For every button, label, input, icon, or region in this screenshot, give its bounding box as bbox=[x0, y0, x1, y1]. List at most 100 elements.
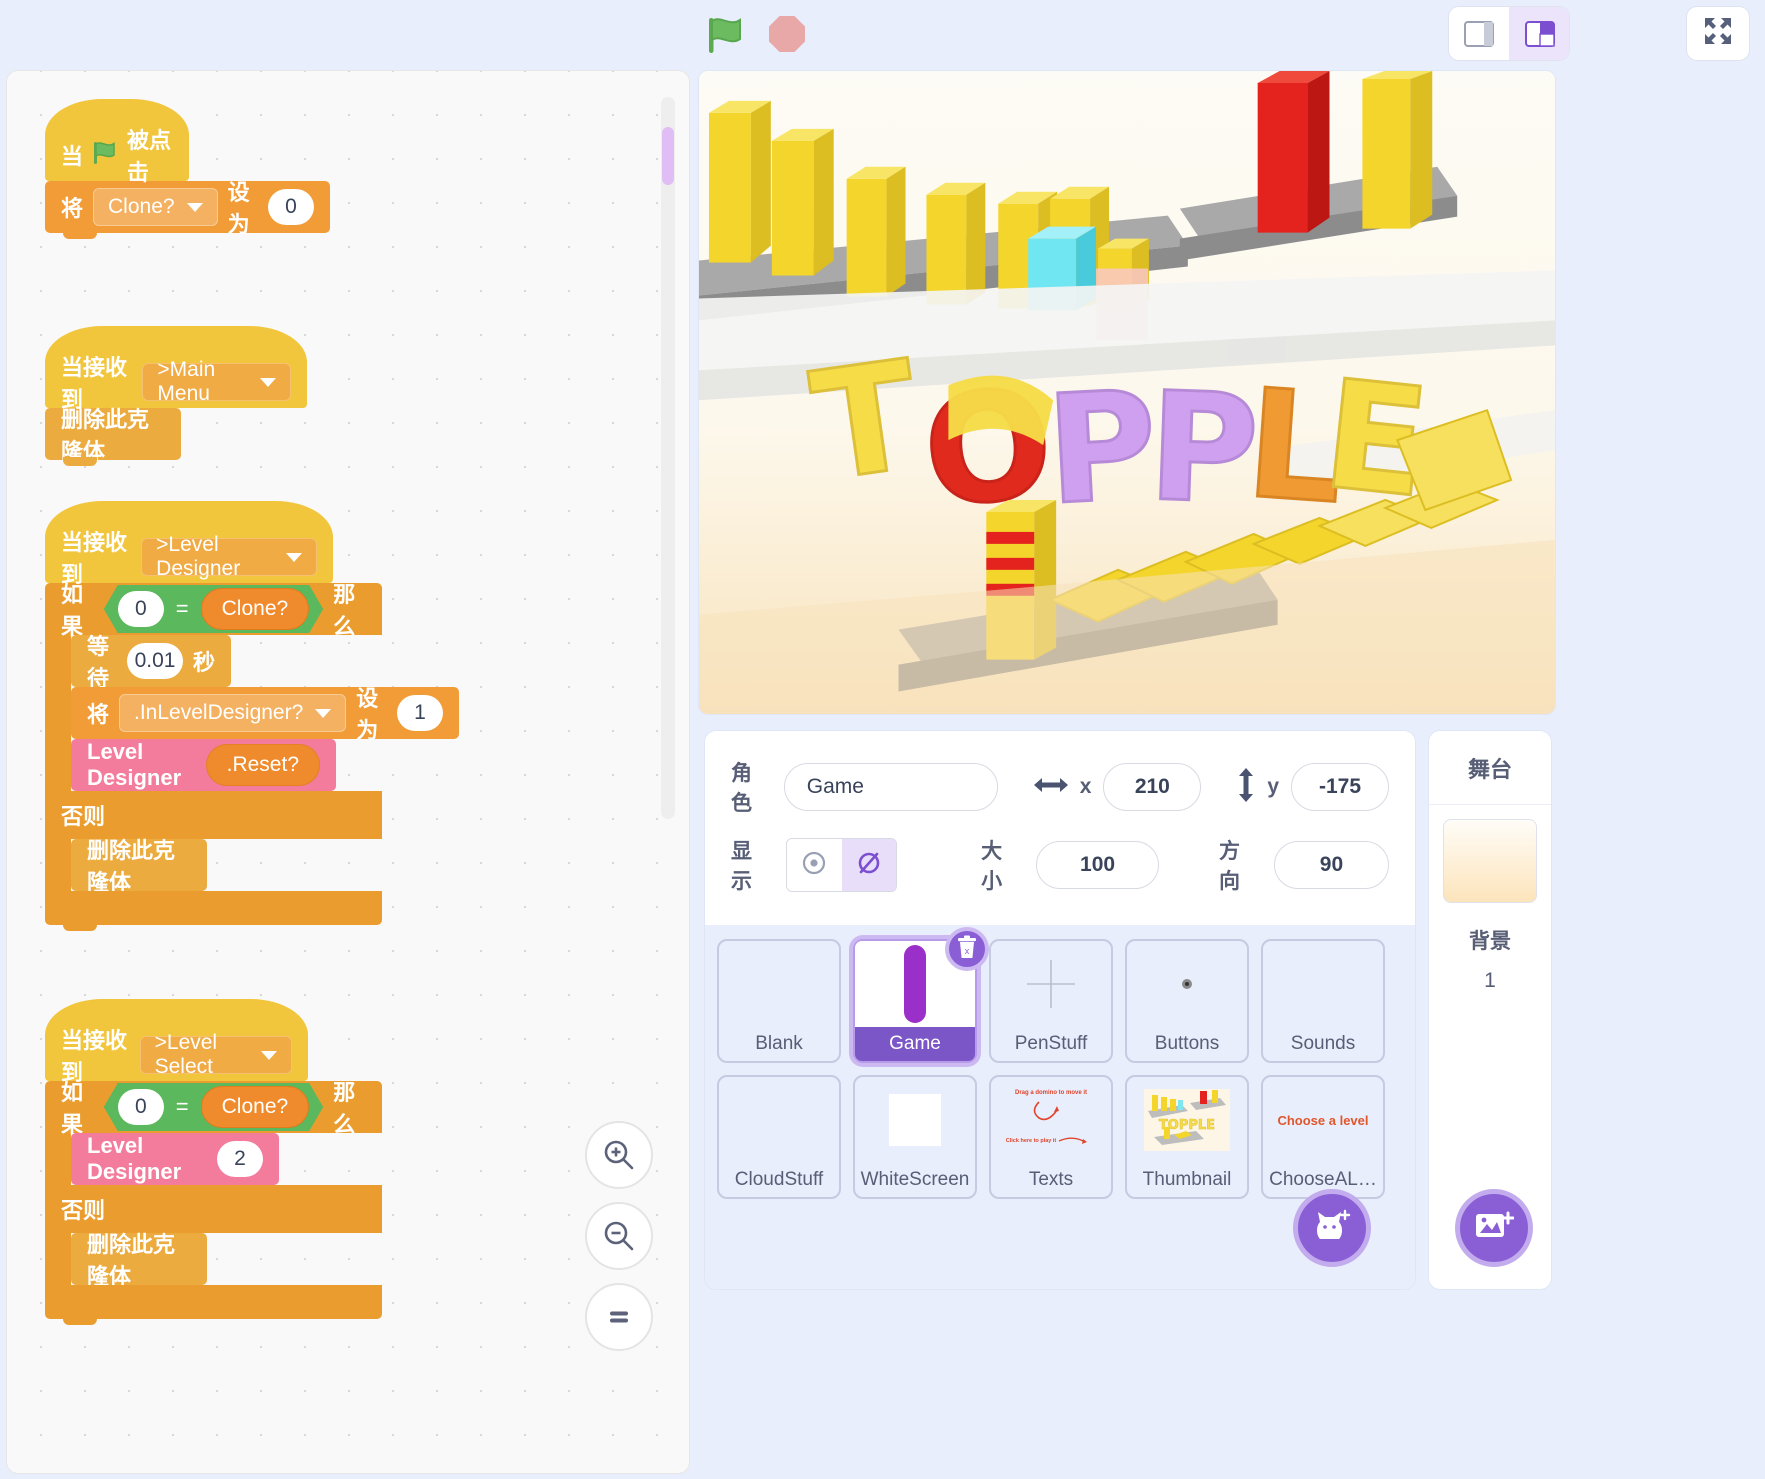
block-if-else[interactable]: 如果 0 = Clone? 那么 等待 0.01 秒 将 .InLevelDes… bbox=[45, 582, 459, 931]
block-set-variable[interactable]: 将 Clone? 设为 0 bbox=[45, 180, 330, 239]
sprite-name-input[interactable]: Game bbox=[783, 763, 998, 811]
workspace-vertical-scrollbar[interactable] bbox=[661, 97, 675, 819]
large-stage-layout-button[interactable] bbox=[1509, 7, 1569, 60]
c-block-bottom bbox=[45, 1285, 382, 1325]
trash-icon: x bbox=[956, 935, 978, 964]
sprite-card-buttons[interactable]: Buttons bbox=[1125, 939, 1249, 1063]
stop-sign-icon[interactable] bbox=[768, 15, 806, 53]
hat-block-when-broadcast-received[interactable]: 当接收到 >Level Designer bbox=[45, 501, 333, 587]
broadcast-dropdown-level-designer[interactable]: >Level Designer bbox=[141, 533, 317, 580]
block-set-variable-inleveldesigner[interactable]: 将 .InLevelDesigner? 设为 1 bbox=[71, 686, 459, 743]
sprite-info-row-1: 角色 Game x 210 y -175 bbox=[731, 757, 1389, 817]
sprite-card-sounds[interactable]: Sounds bbox=[1261, 939, 1385, 1063]
block-custom-level-designer-reset[interactable]: Level Designer .Reset? bbox=[71, 739, 336, 791]
small-stage-layout-button[interactable] bbox=[1449, 7, 1509, 60]
dropdown-label: >Level Designer bbox=[156, 533, 241, 580]
variable-dropdown-clone[interactable]: Clone? bbox=[93, 188, 218, 226]
custom-block-label: Level Designer bbox=[87, 1133, 182, 1184]
sprite-size-input[interactable]: 100 bbox=[1036, 841, 1159, 889]
else-branch: 删除此克隆体 bbox=[45, 838, 459, 895]
broadcast-dropdown-level-select[interactable]: >Level Select bbox=[139, 1031, 292, 1078]
block-delete-this-clone[interactable]: 删除此克隆体 bbox=[71, 1232, 207, 1289]
sprite-card-texts[interactable]: Drag a domino to move it Click here to p… bbox=[989, 1075, 1113, 1199]
zoom-reset-button[interactable] bbox=[585, 1283, 653, 1351]
dropdown-label: .InLevelDesigner? bbox=[134, 701, 304, 724]
sprite-y-input[interactable]: -175 bbox=[1291, 763, 1389, 811]
choose-level-thumb-text: Choose a level bbox=[1277, 1112, 1369, 1128]
hide-sprite-button[interactable] bbox=[841, 839, 897, 891]
operator-equals[interactable]: 0 = Clone? bbox=[104, 585, 323, 633]
block-delete-this-clone[interactable]: 删除此克隆体 bbox=[71, 838, 207, 895]
green-flag-icon[interactable] bbox=[706, 13, 746, 55]
sprite-card-penstuff[interactable]: PenStuff bbox=[989, 939, 1113, 1063]
script-when-receive-main-menu[interactable]: 当接收到 >Main Menu 删除此克隆体 bbox=[45, 326, 307, 466]
value-input[interactable]: 1 bbox=[397, 695, 443, 731]
hat-block-when-broadcast-received[interactable]: 当接收到 >Main Menu bbox=[45, 326, 307, 412]
value-input[interactable]: 0 bbox=[268, 189, 314, 225]
operator-equals[interactable]: 0 = Clone? bbox=[104, 1083, 323, 1131]
block-label: 删除此克隆体 bbox=[87, 838, 176, 895]
code-workspace[interactable]: 当 被点击 将 Clone? 设为 0 当接收到 >Main Menu 删除此克… bbox=[6, 70, 690, 1474]
svg-text:x: x bbox=[965, 946, 970, 956]
if-branch: 等待 0.01 秒 将 .InLevelDesigner? 设为 1 Level… bbox=[45, 634, 459, 791]
operand-left[interactable]: 0 bbox=[118, 1089, 164, 1125]
sprite-label: PenStuff bbox=[1014, 1033, 1088, 1054]
if-condition-row[interactable]: 如果 0 = Clone? 那么 bbox=[45, 1080, 382, 1137]
set-to-label: 设为 bbox=[356, 686, 379, 743]
equals-sign: = bbox=[175, 1094, 189, 1119]
sprite-card-game[interactable]: x Game bbox=[853, 927, 989, 1063]
else-label: 否则 bbox=[61, 1198, 106, 1223]
stage-backdrop-thumbnail[interactable] bbox=[1443, 819, 1537, 903]
else-branch: 删除此克隆体 bbox=[45, 1232, 382, 1289]
broadcast-dropdown-main-menu[interactable]: >Main Menu bbox=[142, 358, 291, 405]
sprite-x-input[interactable]: 210 bbox=[1103, 763, 1202, 811]
chevron-down-icon bbox=[286, 552, 302, 562]
sprite-label: Texts bbox=[1028, 1169, 1074, 1190]
game-title-p1: P bbox=[1043, 359, 1162, 539]
sprite-thumbnail: Drag a domino to move it Click here to p… bbox=[991, 1077, 1111, 1163]
fullscreen-button[interactable] bbox=[1687, 7, 1749, 60]
equals-sign: = bbox=[175, 596, 189, 621]
block-if-else[interactable]: 如果 0 = Clone? 那么 Level Designer 2 否则 删除此… bbox=[45, 1080, 382, 1325]
block-delete-this-clone[interactable]: 删除此克隆体 bbox=[45, 407, 181, 466]
chevron-down-icon bbox=[315, 708, 332, 718]
sprite-card-blank[interactable]: Blank bbox=[717, 939, 841, 1063]
sprite-card-cloudstuff[interactable]: CloudStuff bbox=[717, 1075, 841, 1199]
add-backdrop-button[interactable] bbox=[1455, 1189, 1533, 1267]
sprite-card-thumbnail[interactable]: TOPPLE Thumbnail bbox=[1125, 1075, 1249, 1199]
script-when-receive-level-designer[interactable]: 当接收到 >Level Designer 如果 0 = Clone? 那么 等待… bbox=[45, 501, 459, 931]
show-sprite-button[interactable] bbox=[786, 839, 842, 891]
sprite-label: Blank bbox=[755, 1033, 803, 1054]
sprite-card-chooselevel[interactable]: Choose a level ChooseAL… bbox=[1261, 1075, 1385, 1199]
operand-right-variable[interactable]: Clone? bbox=[201, 588, 310, 630]
block-custom-level-designer[interactable]: Level Designer 2 bbox=[71, 1133, 279, 1185]
wait-duration-input[interactable]: 0.01 bbox=[127, 643, 183, 679]
chevron-down-icon bbox=[261, 1050, 277, 1060]
operand-right-variable[interactable]: Clone? bbox=[201, 1086, 310, 1128]
operand-left[interactable]: 0 bbox=[118, 591, 164, 627]
x-axis-label: x bbox=[1079, 775, 1092, 798]
stage-display[interactable]: T O P P L E bbox=[698, 70, 1556, 715]
variable-dropdown-inleveldesigner[interactable]: .InLevelDesigner? bbox=[119, 694, 347, 732]
hat-block-when-flag-clicked[interactable]: 当 被点击 bbox=[45, 99, 189, 185]
green-flag-icon bbox=[92, 139, 118, 171]
zoom-in-button[interactable] bbox=[585, 1121, 653, 1189]
stage-size-toggle-group bbox=[1449, 7, 1569, 60]
custom-block-argument[interactable]: 2 bbox=[217, 1141, 263, 1177]
add-sprite-button[interactable] bbox=[1293, 1189, 1371, 1267]
sprite-card-whitescreen[interactable]: WhiteScreen bbox=[853, 1075, 977, 1199]
sprite-visibility-label: 显示 bbox=[731, 840, 752, 893]
custom-block-argument[interactable]: .Reset? bbox=[205, 744, 320, 786]
block-wait-seconds[interactable]: 等待 0.01 秒 bbox=[71, 634, 231, 691]
hat-block-when-broadcast-received[interactable]: 当接收到 >Level Select bbox=[45, 999, 308, 1085]
script-when-flag-clicked[interactable]: 当 被点击 将 Clone? 设为 0 bbox=[45, 99, 330, 239]
sprite-thumbnail bbox=[719, 941, 839, 1027]
sprite-thumbnail: Choose a level bbox=[1263, 1077, 1383, 1163]
sprite-direction-input[interactable]: 90 bbox=[1273, 841, 1390, 889]
if-condition-row[interactable]: 如果 0 = Clone? 那么 bbox=[45, 582, 382, 639]
zoom-out-button[interactable] bbox=[585, 1202, 653, 1270]
hat-suffix-label: 被点击 bbox=[127, 128, 172, 185]
script-when-receive-level-select[interactable]: 当接收到 >Level Select 如果 0 = Clone? 那么 Leve… bbox=[45, 999, 382, 1325]
texts-thumb-line1: Drag a domino to move it bbox=[1015, 1090, 1087, 1096]
delete-sprite-button[interactable]: x bbox=[945, 927, 989, 971]
